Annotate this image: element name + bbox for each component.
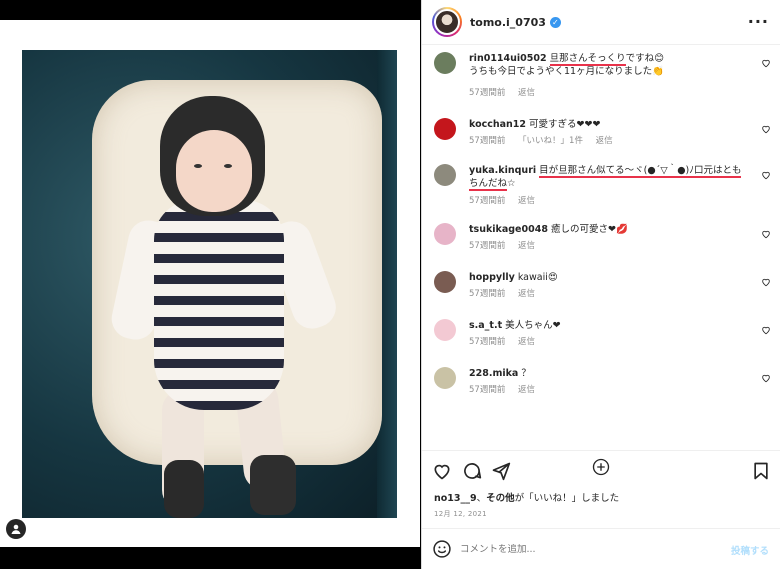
commenter-avatar[interactable] [434,118,456,140]
comment-age: 57週間前 [469,241,506,251]
comment-body: ですね😊 [625,53,665,64]
verified-badge-icon: ✓ [549,16,561,28]
comment-body: ？ [521,368,531,379]
comment-body: kawaii😍 [517,272,558,283]
reply-button[interactable]: 返信 [596,136,613,146]
commenter-avatar[interactable] [434,319,456,341]
comment-list: rin0114ui0502 旦那さんそっくりですね😊 うちも今日でようやく11ヶ… [422,46,780,476]
comment-body-line2: うちも今日でようやく11ヶ月になりました👏 [469,66,664,77]
comment-highlight: 旦那さんそっくり [549,53,626,66]
like-comment-heart-icon[interactable] [761,229,771,239]
author-avatar[interactable] [432,7,462,37]
baby-right-sock [250,455,296,515]
comment-text: kocchan12 可愛すぎる❤❤❤ [469,118,749,131]
comment-item: hoppylly kawaii😍 57週間前 返信 [422,265,780,307]
more-options-icon[interactable]: ··· [748,12,769,31]
comment-username[interactable]: hoppylly [469,272,515,283]
comment-age: 57週間前 [469,196,506,206]
baby-face [176,130,252,212]
comment-age: 57週間前 [469,88,506,98]
comment-meta: 57週間前 返信 [469,86,545,98]
comment-bubble-icon[interactable] [462,461,482,481]
comment-age: 57週間前 [469,136,506,146]
comment-compose-bar: 投稿する [422,528,780,569]
comment-meta: 57週間前 返信 [469,383,545,395]
comment-meta: 57週間前 返信 [469,287,545,299]
comment-item: yuka.kinquri 目が旦那さん似てる〜ヾ(●´▽｀●)ﾉ口元はともちんだ… [422,158,780,214]
comment-text: tsukikage0048 癒しの可愛さ❤💋 [469,223,749,236]
comment-username[interactable]: s.a_t.t [469,320,502,331]
post-actions-bar [422,450,780,490]
like-comment-heart-icon[interactable] [761,58,771,68]
reply-button[interactable]: 返信 [518,337,535,347]
like-comment-heart-icon[interactable] [761,124,771,134]
comment-text: yuka.kinquri 目が旦那さん似てる〜ヾ(●´▽｀●)ﾉ口元はともちんだ… [469,164,749,191]
comment-item: 228.mika ？ 57週間前 返信 [422,361,780,403]
author-username[interactable]: tomo.i_0703 [470,16,546,29]
like-comment-heart-icon[interactable] [761,170,771,180]
save-bookmark-icon[interactable] [751,461,771,481]
like-comment-heart-icon[interactable] [761,277,771,287]
comment-likes-count[interactable]: 「いいね！」1件 [518,136,583,146]
comment-meta: 57週間前 返信 [469,335,545,347]
commenter-avatar[interactable] [434,52,456,74]
comment-item: kocchan12 可愛すぎる❤❤❤ 57週間前 「いいね！」1件 返信 [422,112,780,154]
comment-username[interactable]: kocchan12 [469,119,526,130]
share-paper-plane-icon[interactable] [491,461,511,481]
comment-meta: 57週間前 返信 [469,239,545,251]
post-header: tomo.i_0703 ✓ ··· [422,0,780,45]
comment-text: s.a_t.t 美人ちゃん❤ [469,319,749,332]
tagged-user-icon[interactable] [6,519,26,539]
comment-body: ☆ [507,178,516,189]
comment-text: 228.mika ？ [469,367,749,380]
liked-by-user[interactable]: no13__9 [434,493,477,504]
comment-age: 57週間前 [469,337,506,347]
liked-by-separator: 、 [476,493,487,504]
comment-meta: 57週間前 返信 [469,194,545,206]
comment-text: rin0114ui0502 旦那さんそっくりですね😊 うちも今日でようやく11ヶ… [469,52,749,78]
baby-eye [224,164,232,168]
liked-by-suffix: が「いいね！」しました [514,493,620,504]
emoji-picker-icon[interactable] [432,539,452,559]
comment-meta: 57週間前 「いいね！」1件 返信 [469,134,623,146]
like-heart-icon[interactable] [432,461,452,481]
reply-button[interactable]: 返信 [518,196,535,206]
comment-body: 癒しの可愛さ❤💋 [550,224,628,235]
comment-age: 57週間前 [469,289,506,299]
reply-button[interactable]: 返信 [518,289,535,299]
commenter-avatar[interactable] [434,271,456,293]
post-date[interactable]: 12月 12, 2021 [434,509,487,519]
post-side-panel: tomo.i_0703 ✓ ··· rin0114ui0502 旦那さんそっくり… [421,0,780,569]
media-bottom-bar [0,547,420,569]
comment-username[interactable]: yuka.kinquri [469,165,536,176]
striped-romper [154,200,284,410]
commenter-avatar[interactable] [434,164,456,186]
comment-item: rin0114ui0502 旦那さんそっくりですね😊 うちも今日でようやく11ヶ… [422,46,780,102]
media-panel [0,0,420,569]
reply-button[interactable]: 返信 [518,385,535,395]
liked-by-others[interactable]: その他 [486,493,515,504]
liked-by-summary: no13__9、その他が「いいね！」しました [434,490,619,504]
comment-item: s.a_t.t 美人ちゃん❤ 57週間前 返信 [422,313,780,355]
comment-age: 57週間前 [469,385,506,395]
baby-left-sock [164,460,204,518]
baby-eye [194,164,202,168]
reply-button[interactable]: 返信 [518,241,535,251]
comment-body: 美人ちゃん❤ [505,320,561,331]
comment-username[interactable]: tsukikage0048 [469,224,548,235]
comment-username[interactable]: 228.mika [469,368,518,379]
comment-item: tsukikage0048 癒しの可愛さ❤💋 57週間前 返信 [422,217,780,259]
reply-button[interactable]: 返信 [518,88,535,98]
comment-input[interactable] [460,543,710,555]
comment-username[interactable]: rin0114ui0502 [469,53,547,64]
commenter-avatar[interactable] [434,223,456,245]
post-photo[interactable] [22,50,397,518]
like-comment-heart-icon[interactable] [761,325,771,335]
commenter-avatar[interactable] [434,367,456,389]
media-top-bar [0,0,420,20]
comment-body: 可愛すぎる❤❤❤ [529,119,601,130]
comment-text: hoppylly kawaii😍 [469,271,749,284]
post-comment-button[interactable]: 投稿する [731,543,769,557]
like-comment-heart-icon[interactable] [761,373,771,383]
